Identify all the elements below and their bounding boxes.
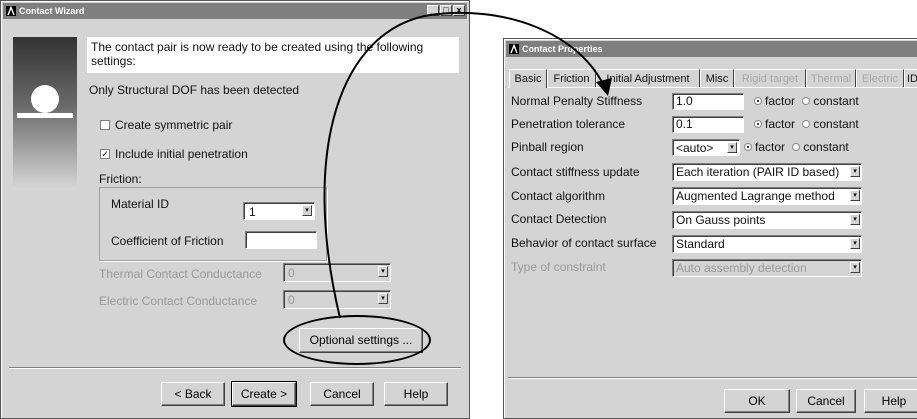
minimize-button[interactable]: _ [427, 5, 439, 16]
wizard-separator [9, 367, 461, 369]
pinball-region-label: Pinball region [511, 140, 584, 154]
constraint-type-value: Auto assembly detection [676, 261, 807, 275]
pinball-factor-radio[interactable] [744, 142, 752, 151]
contact-algorithm-label: Contact algorithm [511, 189, 606, 203]
constant-label: constant [813, 117, 859, 131]
stiffness-update-label: Contact stiffness update [511, 165, 640, 179]
wizard-sidebar-graphic [13, 37, 77, 190]
coef-friction-label: Coefficient of Friction [111, 234, 224, 248]
symmetric-pair-label: Create symmetric pair [115, 118, 233, 132]
wizard-titlebar[interactable]: Contact Wizard _ □ x [3, 3, 467, 19]
friction-group: Material ID 1 ▾ Coefficient of Friction [99, 187, 327, 261]
wizard-title: Contact Wizard [19, 6, 85, 16]
tab-misc[interactable]: Misc [700, 69, 734, 88]
contact-properties-window: Contact Properties Basic Friction Initia… [503, 38, 917, 419]
wizard-window-controls: _ □ x [427, 5, 465, 16]
properties-titlebar[interactable]: Contact Properties [506, 41, 917, 57]
normal-penalty-label: Normal Penalty Stiffness [511, 94, 643, 108]
tab-basic[interactable]: Basic [509, 69, 547, 88]
penetration-constant-radio[interactable] [802, 119, 811, 128]
tab-initial-adjustment[interactable]: Initial Adjustment [596, 69, 700, 88]
coef-friction-input[interactable] [245, 231, 317, 249]
electric-conductance-label: Electric Contact Conductance [99, 294, 258, 308]
tab-thermal: Thermal [806, 69, 856, 88]
material-id-value: 1 [249, 205, 256, 219]
contact-detection-dropdown[interactable]: On Gauss points ▾ [672, 211, 862, 229]
optional-settings-highlight [283, 315, 431, 365]
thermal-conductance-label: Thermal Contact Conductance [99, 267, 262, 281]
constraint-type-dropdown: Auto assembly detection ▾ [672, 259, 862, 277]
ansys-logo-icon [509, 44, 519, 54]
create-button[interactable]: Create > [231, 381, 297, 407]
contact-detection-value: On Gauss points [676, 213, 766, 227]
penetration-factor-radio[interactable] [754, 119, 762, 128]
properties-help-button[interactable]: Help [864, 389, 917, 413]
pinball-region-value: <auto> [676, 141, 714, 155]
pinball-dropdown-arrow-icon[interactable]: ▾ [727, 142, 737, 153]
stiffness-update-dropdown[interactable]: Each iteration (PAIR ID based) ▾ [672, 163, 862, 181]
dof-text: Only Structural DOF has been detected [89, 83, 300, 97]
material-id-dropdown[interactable]: 1 ▾ [243, 202, 315, 220]
electric-dropdown-arrow-icon: ▾ [378, 293, 388, 304]
contact-algorithm-dropdown[interactable]: Augmented Lagrange method ▾ [672, 187, 862, 205]
wizard-message: The contact pair is now ready to be crea… [91, 40, 424, 68]
normal-penalty-factor-radio[interactable] [754, 96, 762, 105]
symmetric-pair-checkbox[interactable] [100, 120, 110, 130]
friction-heading: Friction: [99, 172, 142, 186]
factor-label: factor [755, 140, 786, 154]
ok-button[interactable]: OK [724, 389, 790, 413]
stiffness-dropdown-arrow-icon[interactable]: ▾ [850, 166, 860, 177]
material-dropdown-arrow-icon[interactable]: ▾ [302, 205, 312, 216]
tab-friction[interactable]: Friction [547, 69, 596, 88]
pinball-constant-radio[interactable] [792, 142, 801, 151]
tab-id[interactable]: ID [904, 69, 917, 88]
close-button[interactable]: x [453, 5, 465, 16]
thermal-conductance-dropdown: 0 ▾ [283, 263, 391, 282]
penetration-tolerance-input[interactable]: 0.1 [672, 116, 744, 133]
pinball-options: factor constant [744, 140, 849, 154]
contact-algorithm-value: Augmented Lagrange method [676, 189, 835, 203]
help-button[interactable]: Help [384, 382, 448, 406]
constant-label: constant [803, 140, 849, 154]
properties-separator [508, 377, 917, 379]
material-id-label: Material ID [111, 197, 170, 211]
properties-title: Contact Properties [522, 44, 603, 54]
back-button[interactable]: < Back [161, 382, 225, 406]
normal-penalty-input[interactable]: 1.0 [672, 93, 744, 110]
electric-conductance-value: 0 [288, 293, 295, 307]
contact-illustration-icon [17, 85, 73, 118]
behavior-label: Behavior of contact surface [511, 236, 657, 250]
wizard-message-box: The contact pair is now ready to be crea… [87, 37, 459, 73]
constraint-type-label: Type of constraint [511, 260, 606, 274]
properties-cancel-button[interactable]: Cancel [796, 389, 856, 413]
penetration-options: factor constant [754, 117, 859, 131]
ansys-logo-icon [6, 6, 16, 16]
cancel-button[interactable]: Cancel [310, 382, 374, 406]
normal-penalty-constant-radio[interactable] [802, 96, 811, 105]
behavior-dropdown[interactable]: Standard ▾ [672, 235, 862, 253]
behavior-value: Standard [676, 237, 725, 251]
normal-penalty-options: factor constant [754, 94, 859, 108]
electric-conductance-dropdown: 0 ▾ [283, 290, 391, 309]
tab-rigid-target: Rigid target [734, 69, 806, 88]
detection-dropdown-arrow-icon[interactable]: ▾ [850, 214, 860, 225]
contact-wizard-window: Contact Wizard _ □ x The contact pair is… [0, 0, 470, 419]
maximize-button[interactable]: □ [440, 5, 452, 16]
constraint-dropdown-arrow-icon: ▾ [850, 262, 860, 273]
algorithm-dropdown-arrow-icon[interactable]: ▾ [850, 190, 860, 201]
penetration-tolerance-label: Penetration tolerance [511, 117, 626, 131]
initial-penetration-label: Include initial penetration [115, 147, 248, 161]
behavior-dropdown-arrow-icon[interactable]: ▾ [850, 238, 860, 249]
constant-label: constant [813, 94, 859, 108]
stiffness-update-value: Each iteration (PAIR ID based) [676, 165, 840, 179]
thermal-conductance-value: 0 [288, 266, 295, 280]
pinball-region-dropdown[interactable]: <auto> ▾ [672, 139, 740, 156]
thermal-dropdown-arrow-icon: ▾ [378, 266, 388, 277]
contact-detection-label: Contact Detection [511, 212, 607, 226]
factor-label: factor [765, 117, 796, 131]
factor-label: factor [765, 94, 796, 108]
tab-electric: Electric [856, 69, 904, 88]
initial-penetration-checkbox[interactable]: ✓ [100, 149, 110, 159]
